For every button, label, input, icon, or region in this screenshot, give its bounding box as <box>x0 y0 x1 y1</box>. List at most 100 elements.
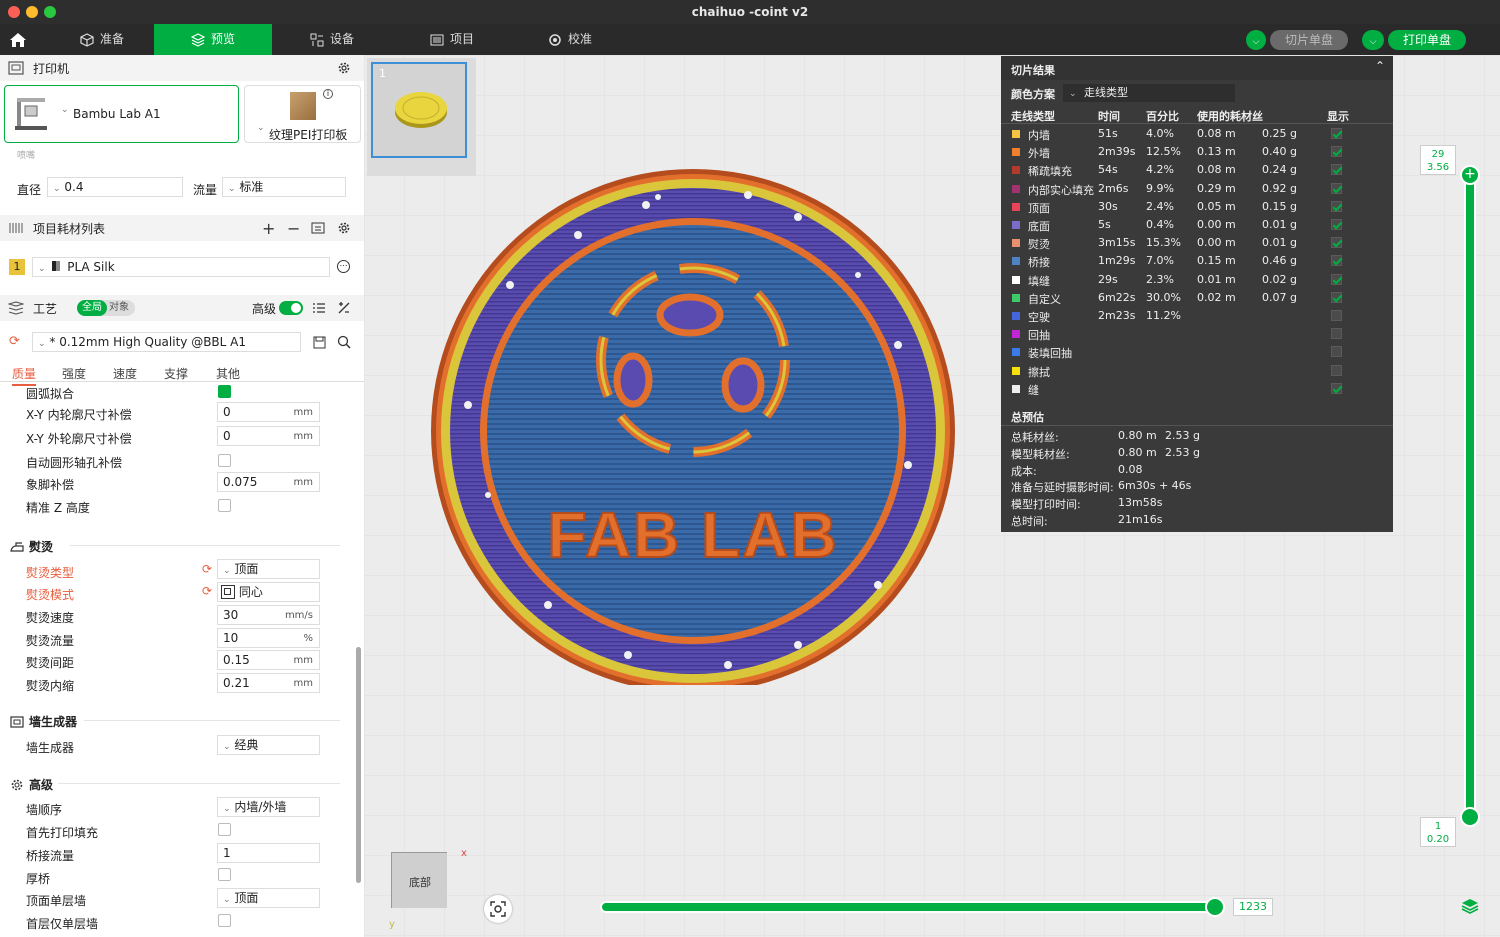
filament-name: PLA Silk <box>67 260 115 274</box>
show-line-type-checkbox[interactable] <box>1331 346 1342 358</box>
show-line-type-checkbox[interactable] <box>1331 164 1342 176</box>
axis-view-cube[interactable]: 底部 <box>391 852 447 908</box>
ironing-type-select[interactable]: ⌄ 顶面 <box>217 559 320 579</box>
info-icon[interactable]: i <box>323 89 333 99</box>
tab-speed[interactable]: 速度 <box>113 365 137 382</box>
ironing-pattern-select[interactable]: 同心 <box>217 582 320 602</box>
compare-icon[interactable] <box>337 301 351 315</box>
more-options-icon[interactable]: ⋯ <box>337 260 350 273</box>
ironing-inset-value: 0.21 <box>223 676 250 690</box>
filament-slot-badge[interactable]: 1 <box>9 259 25 275</box>
sync-filament-icon[interactable] <box>311 221 325 235</box>
ironing-inset-input[interactable]: 0.21 mm <box>217 673 320 693</box>
show-line-type-checkbox[interactable] <box>1331 273 1342 285</box>
collapse-icon[interactable]: ⌃ <box>1375 59 1385 73</box>
layer-slider-top-thumb[interactable]: + <box>1460 165 1480 185</box>
color-scheme-select[interactable]: ⌄ 走线类型 <box>1063 84 1235 102</box>
result-row: 空驶 2m23s 11.2% <box>1001 307 1393 325</box>
ironing-spacing-input[interactable]: 0.15 mm <box>217 650 320 670</box>
show-line-type-checkbox[interactable] <box>1331 291 1342 303</box>
global-option[interactable]: 全局 <box>77 300 107 316</box>
layers-stack-icon[interactable] <box>1461 898 1479 914</box>
tab-device[interactable]: 设备 <box>280 24 384 55</box>
minimize-window-icon[interactable] <box>26 6 38 18</box>
layer-slider-bottom-thumb[interactable] <box>1460 807 1480 827</box>
estimate-label: 总耗材丝: <box>1011 431 1059 444</box>
sidebar-scrollbar[interactable] <box>356 647 361 883</box>
process-profile-select[interactable]: ⌄ * 0.12mm High Quality @BBL A1 <box>32 332 301 352</box>
move-slider-track[interactable] <box>600 901 1220 913</box>
slice-dropdown-button[interactable]: ⌵ <box>1246 30 1266 50</box>
slice-plate-button[interactable]: 切片单盘 <box>1270 30 1348 50</box>
precise-z-checkbox[interactable] <box>218 499 231 512</box>
result-cell-name: 桥接 <box>1028 256 1050 270</box>
show-line-type-checkbox[interactable] <box>1331 146 1342 158</box>
tab-calibration[interactable]: 校准 <box>518 24 622 55</box>
tab-quality[interactable]: 质量 <box>12 365 37 386</box>
ironing-flow-input[interactable]: 10 % <box>217 628 320 648</box>
print-plate-button[interactable]: 打印单盘 <box>1388 30 1466 50</box>
maximize-window-icon[interactable] <box>44 6 56 18</box>
show-line-type-checkbox[interactable] <box>1331 382 1342 394</box>
plate-card[interactable]: i ⌄ 纹理PEI打印板 <box>244 85 361 143</box>
show-line-type-checkbox[interactable] <box>1331 328 1342 340</box>
layer-slider-top-box: 29 3.56 <box>1420 145 1456 175</box>
xy-hole-input[interactable]: 0 mm <box>217 402 320 422</box>
tab-prepare[interactable]: 准备 <box>50 24 154 55</box>
show-line-type-checkbox[interactable] <box>1331 219 1342 230</box>
ironing-pattern-value: 同心 <box>238 585 263 599</box>
tab-support[interactable]: 支撑 <box>164 365 188 382</box>
tab-project[interactable]: 项目 <box>400 24 504 55</box>
xy-contour-input[interactable]: 0 mm <box>217 426 320 446</box>
show-line-type-checkbox[interactable] <box>1331 128 1342 139</box>
tab-other[interactable]: 其他 <box>216 365 240 382</box>
tab-preview[interactable]: 预览 <box>154 24 272 55</box>
flow-select[interactable]: ⌄ 标准 <box>222 177 346 197</box>
reset-icon[interactable]: ⟳ <box>202 562 212 576</box>
move-slider-thumb[interactable] <box>1205 897 1225 917</box>
object-option[interactable]: 对象 <box>109 300 129 316</box>
reset-icon[interactable]: ⟳ <box>9 334 20 349</box>
arc-fitting-checkbox[interactable] <box>218 385 231 398</box>
remove-filament-icon[interactable]: − <box>287 219 300 238</box>
list-icon[interactable] <box>312 301 326 315</box>
close-window-icon[interactable] <box>8 6 20 18</box>
thick-bridge-checkbox[interactable] <box>218 868 231 881</box>
elephant-foot-input[interactable]: 0.075 mm <box>217 472 320 492</box>
show-line-type-checkbox[interactable] <box>1331 200 1342 212</box>
tab-strength[interactable]: 强度 <box>62 365 86 382</box>
show-line-type-checkbox[interactable] <box>1331 237 1342 249</box>
advanced-group-title: 高级 <box>10 776 53 793</box>
chevron-down-icon: ⌄ <box>53 184 61 194</box>
diameter-select[interactable]: ⌄ 0.4 <box>47 177 183 197</box>
infill-first-checkbox[interactable] <box>218 823 231 836</box>
wall-order-select[interactable]: ⌄ 内墙/外墙 <box>217 797 320 817</box>
printer-icon <box>8 61 24 75</box>
add-filament-icon[interactable]: + <box>262 219 275 238</box>
layer-slider-track[interactable] <box>1464 173 1476 819</box>
first-one-wall-checkbox[interactable] <box>218 914 231 927</box>
global-object-toggle[interactable]: 全局 对象 <box>77 300 135 316</box>
show-line-type-checkbox[interactable] <box>1331 310 1342 321</box>
plate-thumbnail-1[interactable]: 1 <box>371 62 467 158</box>
wall-generator-select[interactable]: ⌄ 经典 <box>217 735 320 755</box>
bridge-flow-input[interactable]: 1 <box>217 843 320 863</box>
show-line-type-checkbox[interactable] <box>1331 182 1342 194</box>
top-one-wall-select[interactable]: ⌄ 顶面 <box>217 888 320 908</box>
printer-card[interactable]: ⌄ Bambu Lab A1 <box>4 85 239 143</box>
reset-icon[interactable]: ⟳ <box>202 584 212 598</box>
auto-circle-checkbox[interactable] <box>218 454 231 467</box>
advanced-toggle[interactable] <box>279 301 303 315</box>
result-cell-len: 0.00 m <box>1197 218 1236 231</box>
show-line-type-checkbox[interactable] <box>1331 364 1342 376</box>
search-icon[interactable] <box>337 335 351 349</box>
print-dropdown-button[interactable]: ⌵ <box>1362 30 1384 50</box>
gear-icon[interactable] <box>337 61 351 75</box>
show-line-type-checkbox[interactable] <box>1331 255 1342 267</box>
filament-select[interactable]: ⌄ PLA Silk <box>32 257 330 277</box>
home-button[interactable] <box>0 24 36 55</box>
save-icon[interactable] <box>313 336 326 349</box>
ironing-speed-input[interactable]: 30 mm/s <box>217 605 320 625</box>
fit-view-button[interactable] <box>484 895 512 923</box>
gear-icon[interactable] <box>337 221 351 235</box>
